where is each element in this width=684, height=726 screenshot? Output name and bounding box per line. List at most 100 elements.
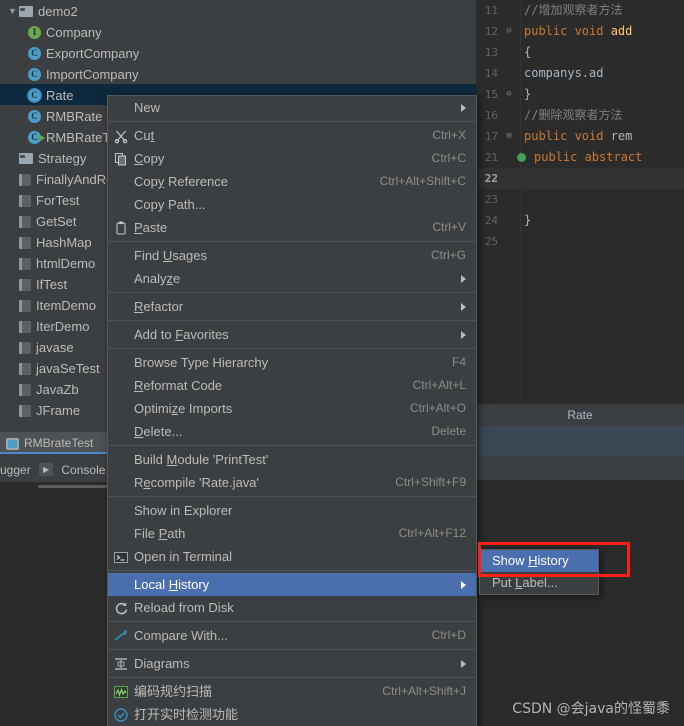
tree-item-label: javaSeTest: [36, 361, 100, 377]
code-line: 21 public abstract: [476, 147, 684, 168]
code-line: 16 //删除观察者方法: [476, 105, 684, 126]
menu-item-show-in-explorer[interactable]: Show in Explorer: [108, 499, 476, 522]
module-icon: [19, 341, 31, 354]
menu-item-refactor[interactable]: Refactor: [108, 295, 476, 318]
tool-window-tab-rmbratetest[interactable]: RMBrateTest: [0, 432, 118, 454]
folder-icon: [19, 153, 33, 165]
tree-item-label: ImportCompany: [46, 67, 139, 83]
menu-separator: [108, 496, 476, 497]
tree-item-exportcompany[interactable]: C ExportCompany: [0, 42, 476, 63]
menu-item-reload-from-disk[interactable]: Reload from Disk: [108, 596, 476, 619]
clipboard-icon: [113, 220, 129, 236]
tree-item-label: RMBRate: [46, 109, 103, 125]
menu-item-label: Analyze: [134, 271, 181, 286]
menu-item-cut[interactable]: Cut Ctrl+X: [108, 124, 476, 147]
module-icon: [19, 383, 31, 396]
watermark: CSDN @会java的怪蜀黍: [512, 701, 670, 717]
code-line: 14 companys.ad: [476, 63, 684, 84]
menu-item-label: Cut: [134, 128, 155, 143]
submenu-item-label: Put Label...: [492, 575, 558, 590]
tool-window-highlight-row: [476, 426, 684, 456]
tree-item-label: ExportCompany: [46, 46, 140, 62]
menu-item-label: Copy Reference: [134, 174, 228, 189]
code-fold-icon[interactable]: ⊞: [502, 126, 516, 147]
menu-separator: [108, 570, 476, 571]
class-icon: C: [28, 110, 41, 124]
menu-item-copy[interactable]: Copy Ctrl+C: [108, 147, 476, 170]
code-line: 23: [476, 189, 684, 210]
module-icon: [19, 194, 31, 207]
console-tab-label[interactable]: Console: [61, 457, 105, 483]
menu-item-local-history[interactable]: Local History: [108, 573, 476, 596]
tree-item-label: ItemDemo: [36, 298, 96, 314]
code-token: companys.ad: [524, 66, 604, 80]
menu-item-find-usages[interactable]: Find Usages Ctrl+G: [108, 244, 476, 267]
submenu-arrow-icon: [461, 580, 466, 589]
tree-item-label: demo2: [38, 4, 78, 20]
code-fold-icon[interactable]: ⊖: [502, 21, 516, 42]
menu-item-label: Paste: [134, 220, 168, 235]
menu-item-reformat-code[interactable]: Reformat Code Ctrl+Alt+L: [108, 374, 476, 397]
menu-separator: [108, 621, 476, 622]
menu-item-browse-type-hierarchy[interactable]: Browse Type Hierarchy F4: [108, 351, 476, 374]
code-fold-icon[interactable]: ⊖: [502, 84, 516, 105]
module-icon: [19, 320, 31, 333]
submenu-item-show-history[interactable]: Show History: [480, 550, 598, 572]
folder-icon: [19, 6, 33, 18]
menu-item-new[interactable]: New: [108, 96, 476, 119]
intention-bulb-icon[interactable]: [517, 153, 526, 162]
menu-item-compare-with[interactable]: Compare With... Ctrl+D: [108, 624, 476, 647]
debugger-tab-label[interactable]: ugger: [0, 457, 31, 483]
terminal-icon: [113, 549, 129, 565]
line-number: 21: [484, 151, 498, 164]
tree-item-label: Rate: [46, 88, 74, 104]
submenu-item-put-label[interactable]: Put Label...: [480, 572, 598, 594]
code-token: {: [524, 45, 532, 59]
menu-item-code-convention-scan[interactable]: 编码规约扫描 Ctrl+Alt+Shift+J: [108, 680, 476, 703]
scissors-icon: [113, 128, 129, 144]
code-line: 15 ⊖}: [476, 84, 684, 105]
menu-item-label: Delete...: [134, 424, 183, 439]
menu-item-add-to-favorites[interactable]: Add to Favorites: [108, 323, 476, 346]
menu-separator: [108, 649, 476, 650]
horizontal-scrollbar[interactable]: [38, 485, 110, 488]
tree-item-label: JFrame: [36, 403, 81, 419]
menu-item-copy-reference[interactable]: Copy Reference Ctrl+Alt+Shift+C: [108, 170, 476, 193]
menu-item-delete[interactable]: Delete... Delete: [108, 420, 476, 443]
code-line: 11 //增加观察者方法: [476, 0, 684, 21]
menu-item-shortcut: Ctrl+C: [431, 151, 466, 165]
menu-item-recompile[interactable]: Recompile 'Rate.java' Ctrl+Shift+F9: [108, 471, 476, 494]
menu-item-paste[interactable]: Paste Ctrl+V: [108, 216, 476, 239]
menu-item-open-in-terminal[interactable]: Open in Terminal: [108, 545, 476, 568]
wave-icon: [113, 684, 129, 700]
menu-item-enable-realtime-detection[interactable]: 打开实时检测功能: [108, 703, 476, 726]
menu-item-label: Browse Type Hierarchy: [134, 355, 269, 370]
tree-item-demo2[interactable]: ▼ demo2: [0, 0, 476, 21]
menu-item-shortcut: Ctrl+Alt+L: [412, 378, 466, 392]
menu-separator: [108, 445, 476, 446]
context-menu[interactable]: New Cut Ctrl+X Copy Ctrl+C Copy Reference Ctrl…: [107, 95, 477, 726]
tree-expand-arrow[interactable]: ▼: [6, 1, 19, 22]
tree-item-importcompany[interactable]: C ImportCompany: [0, 63, 476, 84]
line-number: 25: [484, 235, 498, 248]
code-text: companys.ad: [516, 63, 603, 84]
menu-item-shortcut: F4: [451, 355, 466, 369]
menu-item-diagrams[interactable]: Diagrams: [108, 652, 476, 675]
code-token: public void: [524, 24, 611, 38]
menu-separator: [108, 677, 476, 678]
submenu-arrow-icon: [461, 302, 466, 311]
tree-item-company[interactable]: I Company: [0, 21, 476, 42]
editor-file-tab-rate[interactable]: Rate: [476, 404, 684, 426]
local-history-submenu[interactable]: Show History Put Label...: [479, 549, 599, 595]
menu-separator: [108, 241, 476, 242]
tool-window-tabs[interactable]: ugger ▶ Console: [0, 456, 118, 482]
menu-item-optimize-imports[interactable]: Optimize Imports Ctrl+Alt+O: [108, 397, 476, 420]
menu-item-file-path[interactable]: File Path Ctrl+Alt+F12: [108, 522, 476, 545]
menu-item-label: Build Module 'PrintTest': [134, 452, 269, 467]
line-number: 22: [484, 172, 498, 185]
menu-item-build-module[interactable]: Build Module 'PrintTest': [108, 448, 476, 471]
code-editor[interactable]: 11//增加观察者方法 12 ⊖ public void add 13{14 compa…: [476, 0, 684, 404]
code-token: add: [610, 24, 633, 38]
menu-item-copy-path[interactable]: Copy Path...: [108, 193, 476, 216]
menu-item-analyze[interactable]: Analyze: [108, 267, 476, 290]
